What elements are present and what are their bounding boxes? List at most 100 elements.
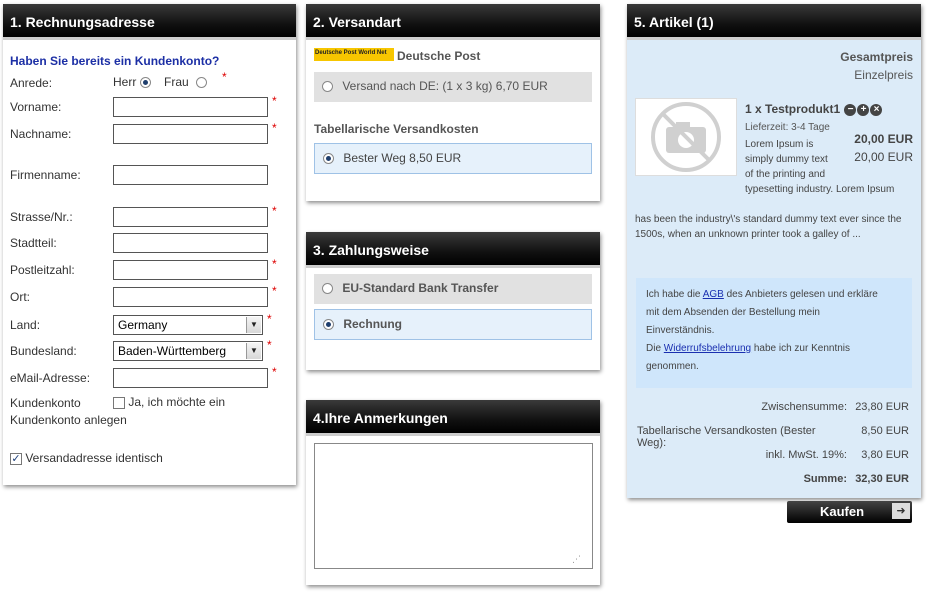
strasse-label: Strasse/Nr.: — [10, 210, 73, 224]
agb-line-3: Einverständnis. — [646, 325, 715, 336]
firmenname-field[interactable] — [113, 165, 268, 185]
chevron-down-icon[interactable]: ▼ — [246, 343, 261, 359]
arrow-right-icon: ➜ — [892, 503, 910, 519]
deutsche-post-logo: Deutsche Post World Net — [314, 48, 394, 61]
nachname-row: Nachname: * — [10, 121, 292, 146]
desc-line: typesetting industry. Lorem Ipsum — [745, 184, 895, 195]
bundesland-label: Bundesland: — [10, 344, 77, 358]
salutation-row: Kundenkonto Anrede: Herr Frau * — [10, 70, 292, 95]
required-mark: * — [272, 365, 277, 379]
widerruf-post: habe ich zur Kenntnis — [751, 343, 851, 354]
shipping-cost-label: Tabellarische Versandkosten (Bester Weg)… — [637, 425, 816, 449]
minus-icon[interactable]: − — [844, 103, 857, 116]
salutation-frau[interactable]: Frau — [164, 75, 208, 89]
notes-panel: 4.Ihre Anmerkungen ⋰ — [306, 400, 600, 585]
land-value: Germany — [118, 318, 168, 332]
agb-die: Die — [646, 343, 664, 354]
frau-label: Frau — [164, 75, 189, 89]
plus-icon[interactable]: + — [857, 103, 870, 116]
payment-radio-2[interactable] — [323, 319, 334, 331]
required-mark: * — [267, 312, 272, 326]
shipping-radio-1[interactable] — [322, 81, 333, 93]
required-mark: * — [222, 70, 227, 84]
required-mark: * — [272, 204, 277, 218]
item-price-total: 20,00 EUR — [854, 132, 913, 146]
firmenname-row: Firmenname: — [10, 165, 292, 187]
item-name[interactable]: 1 x Testprodukt1 − + × — [745, 102, 883, 116]
shipping-option-2-label: Bester Weg 8,50 EUR — [343, 151, 462, 165]
herr-radio[interactable] — [139, 77, 151, 89]
chevron-down-icon[interactable]: ▼ — [246, 317, 261, 333]
create-account-checkbox-wrap[interactable]: Ja, ich möchte ein — [113, 395, 225, 409]
salutation-herr[interactable]: Herr — [113, 75, 151, 89]
desc-line: has been the industry\'s standard dummy … — [635, 214, 902, 225]
sum-label: Summe: — [803, 473, 847, 485]
ort-row: Ort: * — [10, 284, 292, 309]
ort-label: Ort: — [10, 290, 30, 304]
payment-panel: 3. Zahlungsweise EU-Standard Bank Transf… — [306, 232, 600, 370]
stadtteil-field[interactable] — [113, 233, 268, 253]
plz-label: Postleitzahl: — [10, 263, 75, 277]
land-select[interactable]: Germany ▼ — [113, 315, 263, 335]
payment-option-bank[interactable]: EU-Standard Bank Transfer — [314, 274, 592, 304]
payment-title: 3. Zahlungsweise — [306, 232, 600, 268]
shipping-title: 2. Versandart — [306, 4, 600, 40]
agb-post: des Anbieters gelesen und erkläre — [723, 289, 878, 300]
shipping-option-best[interactable]: Bester Weg 8,50 EUR — [314, 143, 592, 174]
payment-option-1-label: EU-Standard Bank Transfer — [342, 281, 499, 295]
strasse-field[interactable] — [113, 207, 268, 227]
required-mark: * — [272, 284, 277, 298]
payment-option-2-label: Rechnung — [343, 317, 403, 331]
required-mark: * — [272, 257, 277, 271]
agb-pre: Ich habe die — [646, 289, 703, 300]
notes-title: 4.Ihre Anmerkungen — [306, 400, 600, 436]
desc-line: 1500s, when an unknown printer took a ga… — [635, 229, 861, 240]
payment-option-rechnung[interactable]: Rechnung — [314, 309, 592, 340]
desc-line: of the printing and — [745, 169, 826, 180]
required-mark: * — [272, 94, 277, 108]
tax-label: inkl. MwSt. 19%: — [765, 449, 847, 461]
email-label: eMail-Adresse: — [10, 371, 91, 385]
agb-line-2: mit dem Absenden der Bestellung mein — [646, 307, 820, 318]
delivery-time: Lieferzeit: 3-4 Tage — [745, 122, 830, 133]
remove-icon[interactable]: × — [870, 103, 883, 116]
same-shipping-row[interactable]: ✓ Versandadresse identisch — [10, 451, 292, 473]
tax-value: 3,80 EUR — [861, 449, 909, 461]
shipping-option-dhl[interactable]: Versand nach DE: (1 x 3 kg) 6,70 EUR — [314, 72, 592, 102]
create-account-text-1: Ja, ich möchte ein — [128, 395, 226, 409]
bundesland-value: Baden-Württemberg — [118, 344, 227, 358]
item-description-long: has been the industry\'s standard dummy … — [635, 212, 902, 242]
same-shipping-checkbox[interactable]: ✓ — [10, 452, 22, 465]
sum-value: 32,30 EUR — [855, 473, 909, 485]
cart-panel: 5. Artikel (1) Gesamtpreis Einzelpreis 1… — [627, 4, 921, 523]
plz-field[interactable] — [113, 260, 268, 280]
kundenkonto-row: Kundenkonto Ja, ich möchte ein Kundenkon… — [10, 393, 292, 433]
agb-line-4: Die Widerrufsbelehrung habe ich zur Kenn… — [646, 340, 902, 358]
widerruf-link[interactable]: Widerrufsbelehrung — [664, 343, 751, 354]
bundesland-select[interactable]: Baden-Württemberg ▼ — [113, 341, 263, 361]
agb-link[interactable]: AGB — [703, 289, 724, 300]
stadtteil-row: Stadtteil: — [10, 233, 292, 255]
resize-handle-icon[interactable]: ⋰ — [572, 554, 581, 565]
nachname-field[interactable] — [113, 124, 268, 144]
agb-consent-box: Ich habe die AGB des Anbieters gelesen u… — [636, 278, 912, 388]
vorname-row: Vorname: * — [10, 94, 292, 119]
email-row: eMail-Adresse: * — [10, 365, 292, 390]
notes-textarea[interactable] — [314, 443, 593, 569]
billing-panel: 1. Rechnungsadresse Haben Sie bereits ei… — [3, 4, 296, 485]
buy-button[interactable]: Kaufen ➜ — [787, 501, 912, 523]
carrier-name: Deutsche Post — [397, 49, 481, 63]
payment-radio-1[interactable] — [322, 283, 333, 295]
firmenname-label: Firmenname: — [10, 168, 81, 182]
existing-account-link[interactable]: Haben Sie bereits ein Kundenkonto? — [10, 54, 219, 68]
vorname-field[interactable] — [113, 97, 268, 117]
create-account-checkbox[interactable] — [113, 396, 125, 409]
bundesland-row: Bundesland: Baden-Württemberg ▼ * — [10, 338, 292, 363]
frau-radio[interactable] — [196, 77, 208, 89]
ort-field[interactable] — [113, 287, 268, 307]
shipping-option-1-label: Versand nach DE: (1 x 3 kg) 6,70 EUR — [342, 79, 548, 93]
product-image-placeholder[interactable] — [635, 98, 737, 176]
subtotal-value: 23,80 EUR — [855, 401, 909, 413]
email-field[interactable] — [113, 368, 268, 388]
shipping-radio-2[interactable] — [323, 153, 334, 165]
